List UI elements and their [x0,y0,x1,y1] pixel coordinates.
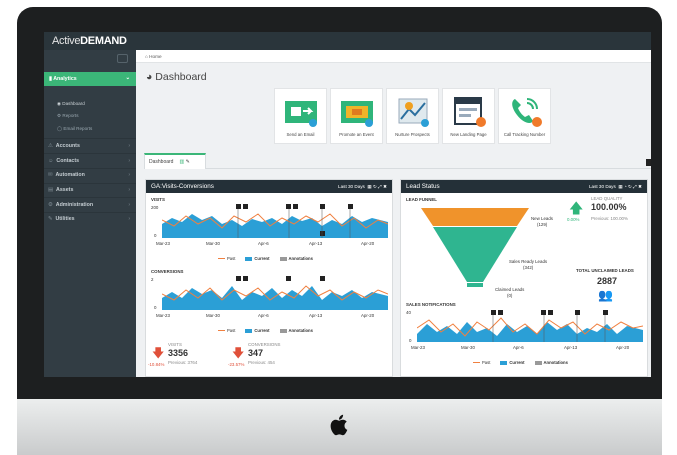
sales-notifications-chart [417,310,643,342]
annotation-icon[interactable] [541,310,546,315]
annotation-icon[interactable] [286,204,291,209]
sidebar-item-administration[interactable]: ⚙ Administration › [48,202,136,208]
tile-call-tracking[interactable]: Call Tracking Number [498,88,551,144]
annotation-icon[interactable] [548,310,553,315]
pie-icon[interactable]: ◔ [624,184,627,189]
chevron-down-icon: ⌄ [125,75,130,81]
map-pin-icon [398,98,429,127]
calendar-icon[interactable]: ▦ [618,184,622,189]
close-icon[interactable]: ✖ [383,184,387,189]
lead-status-panel: Lead Status Last 30 Days ▦ ◔ ↻ ⤢ ✖ LEAD F… [400,179,648,377]
annotation-icon[interactable] [603,310,608,315]
sidebar-item-automation[interactable]: ✉ Automation › [48,172,136,178]
annotation-icon[interactable] [286,276,291,281]
funnel-claimed [467,283,483,287]
sidebar-item-utilities[interactable]: ✎ Utilities › [48,216,136,222]
expand-icon[interactable]: ⤢ [378,184,382,189]
top-bar: ActiveDEMAND [44,32,651,50]
ga-visits-conversions-panel: GA:Visits-Conversions Last 30 Days ▦ ↻ ⤢ … [145,179,393,377]
refresh-icon[interactable]: ↻ [628,184,632,189]
sidebar-toggle-button[interactable] [117,54,128,63]
apple-logo-icon [330,414,347,436]
sidebar-item-accounts[interactable]: ⚠ Accounts › [48,143,136,149]
edit-icon[interactable]: ✎ [186,159,190,165]
conversions-chart [162,276,388,310]
expand-icon[interactable]: ⤢ [633,184,637,189]
tile-send-email[interactable]: Send an Email [274,88,327,144]
sidebar: ▮ Analytics ⌄ ◉ Dashboard ⚙ Reports ◯ Ema… [44,50,136,377]
ticket-icon [341,101,373,127]
tile-new-landing-page[interactable]: New Landing Page [442,88,495,144]
funnel-sales-ready [433,227,517,282]
annotation-icon[interactable] [320,204,325,209]
annotation-icon[interactable] [491,310,496,315]
annotation-icon[interactable] [348,204,353,209]
sidebar-item-assets[interactable]: ▤ Assets › [48,187,136,193]
visits-chart [162,204,388,238]
dashboard-icon: ◕ [146,71,153,83]
annotation-icon[interactable] [236,204,241,209]
logo: ActiveDEMAND [52,35,127,47]
tile-promote-event[interactable]: Promote an Event [330,88,383,144]
tile-nurture-prospects[interactable]: Nurture Prospects [386,88,439,144]
collapse-handle[interactable] [646,159,651,166]
users-icon: 👥 [598,288,613,302]
imac-frame: ActiveDEMAND ▮ Analytics ⌄ ◉ Dashboard ⚙ … [17,7,662,455]
bar-chart-icon: ▥ [179,159,185,165]
panel-header: Lead Status Last 30 Days ▦ ◔ ↻ ⤢ ✖ [401,180,647,193]
annotation-icon[interactable] [243,204,248,209]
annotation-icon[interactable] [498,310,503,315]
refresh-icon[interactable]: ↻ [373,184,377,189]
conversions-current-area [162,286,388,310]
chart-icon: ▮ [49,76,52,82]
panel-header: GA:Visits-Conversions Last 30 Days ▦ ↻ ⤢ … [146,180,392,193]
notifications-legend: Past Current Annotations [473,360,568,365]
annotation-icon[interactable] [320,276,325,281]
annotation-icon[interactable] [320,231,325,236]
conversions-legend: Past Current Annotations [218,328,313,333]
home-icon: ⌂ [145,54,148,59]
annotation-icon[interactable] [243,276,248,281]
sidebar-sub-email-reports[interactable]: ◯ Email Reports [57,126,92,132]
sidebar-sub-reports[interactable]: ⚙ Reports [57,113,79,119]
annotation-icon[interactable] [293,204,298,209]
breadcrumb-home-link[interactable]: Home [149,54,162,59]
close-icon[interactable]: ✖ [638,184,642,189]
send-email-icon [285,101,317,127]
breadcrumb: ⌂ Home [136,50,651,63]
funnel-new-leads [421,208,529,226]
visits-legend: Past Current Annotations [218,256,313,261]
sidebar-item-analytics[interactable]: ▮ Analytics ⌄ [44,72,136,86]
tab-dashboard[interactable]: Dashboard ▥ ✎ [144,153,206,169]
dashboard-tabs: Dashboard ▥ ✎ [144,153,651,169]
sidebar-sub-dashboard[interactable]: ◉ Dashboard [57,101,85,107]
lead-funnel-chart [421,208,529,287]
phone-icon [512,98,542,127]
sidebar-item-contacts[interactable]: ☺ Contacts › [48,158,136,164]
imac-chin [17,399,662,455]
annotation-icon[interactable] [236,276,241,281]
annotation-icon[interactable] [575,310,580,315]
landing-page-icon [454,97,486,127]
page-title: ◕ Dashboard [146,71,207,83]
app-screen: ActiveDEMAND ▮ Analytics ⌄ ◉ Dashboard ⚙ … [44,32,651,377]
calendar-icon[interactable]: ▦ [367,184,371,189]
